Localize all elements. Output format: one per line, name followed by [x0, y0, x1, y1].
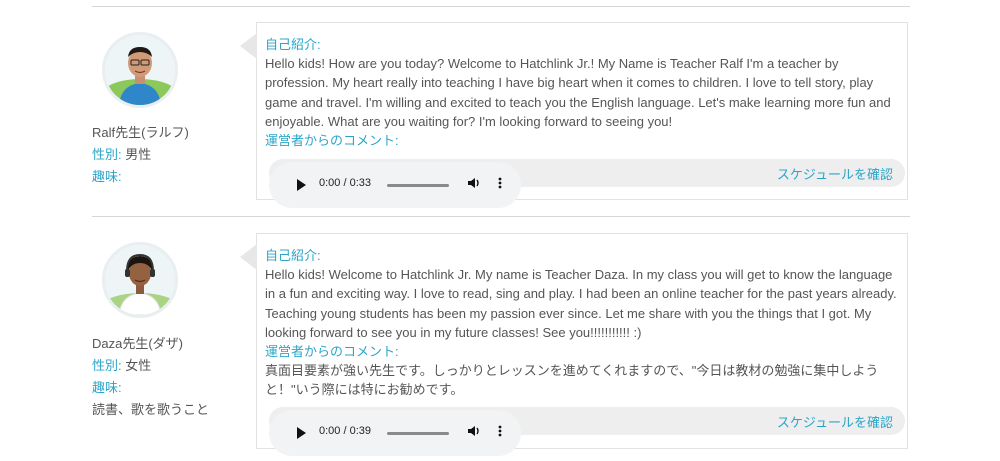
audio-progress-track[interactable] — [387, 432, 449, 435]
teacher-entry-daza: Daza先生(ダザ) 性別: 女性 趣味: 読書、歌を歌うこと 自己紹介: He… — [92, 233, 910, 461]
intro-text: Hello kids! How are you today? Welcome t… — [265, 56, 891, 129]
audio-time: 0:00 / 0:33 — [319, 177, 371, 189]
teacher-entry-ralf: Ralf先生(ラルフ) 性別: 男性 趣味: 自己紹介: Hello kids!… — [92, 22, 910, 208]
audio-player[interactable]: 0:00 / 0:33 — [269, 162, 521, 208]
audio-progress-knob[interactable] — [387, 181, 390, 190]
gender-value: 男性 — [125, 147, 152, 162]
teacher-photo — [105, 35, 175, 105]
play-icon[interactable] — [297, 179, 306, 191]
intro-card: 自己紹介: Hello kids! How are you today? Wel… — [240, 22, 908, 208]
intro-text: Hello kids! Welcome to Hatchlink Jr. My … — [265, 267, 897, 340]
hobby-label: 趣味: — [92, 169, 122, 184]
more-options-icon[interactable] — [497, 424, 503, 441]
gender-label: 性別: — [92, 147, 122, 162]
schedule-link[interactable]: スケジュールを確認 — [777, 412, 893, 431]
gender-label: 性別: — [92, 358, 122, 373]
comment-title: 運営者からのコメント: — [265, 133, 399, 149]
intro-title: 自己紹介: — [265, 248, 321, 263]
audio-player[interactable]: 0:00 / 0:39 — [269, 410, 521, 456]
audio-progress-knob[interactable] — [387, 429, 390, 438]
schedule-link[interactable]: スケジュールを確認 — [777, 164, 893, 183]
teacher-info: Ralf先生(ラルフ) 性別: 男性 趣味: — [92, 122, 189, 188]
teacher-name: Ralf先生(ラルフ) — [92, 125, 189, 140]
hobby-value: 読書、歌を歌うこと — [92, 402, 210, 417]
card-pointer — [240, 244, 257, 270]
middle-divider — [92, 216, 910, 217]
card-pointer — [240, 33, 257, 59]
volume-icon[interactable] — [467, 424, 481, 441]
comment-text: 真面目要素が強い先生です。しっかりとレッスンを進めてくれますので、"今日は教材の… — [265, 363, 879, 398]
comment-title: 運営者からのコメント: — [265, 344, 399, 360]
teacher-avatar — [102, 32, 178, 108]
teacher-photo — [105, 245, 175, 315]
play-icon[interactable] — [297, 427, 306, 439]
more-options-icon[interactable] — [497, 176, 503, 193]
hobby-label: 趣味: — [92, 380, 122, 395]
intro-card: 自己紹介: Hello kids! Welcome to Hatchlink J… — [240, 233, 908, 456]
audio-time: 0:00 / 0:39 — [319, 425, 371, 437]
teacher-name: Daza先生(ダザ) — [92, 336, 184, 351]
gender-value: 女性 — [125, 358, 152, 373]
teacher-info: Daza先生(ダザ) 性別: 女性 趣味: 読書、歌を歌うこと — [92, 333, 209, 421]
top-divider — [92, 6, 910, 7]
volume-icon[interactable] — [467, 176, 481, 193]
audio-progress-track[interactable] — [387, 184, 449, 187]
teacher-avatar — [102, 242, 178, 318]
intro-title: 自己紹介: — [265, 37, 321, 52]
